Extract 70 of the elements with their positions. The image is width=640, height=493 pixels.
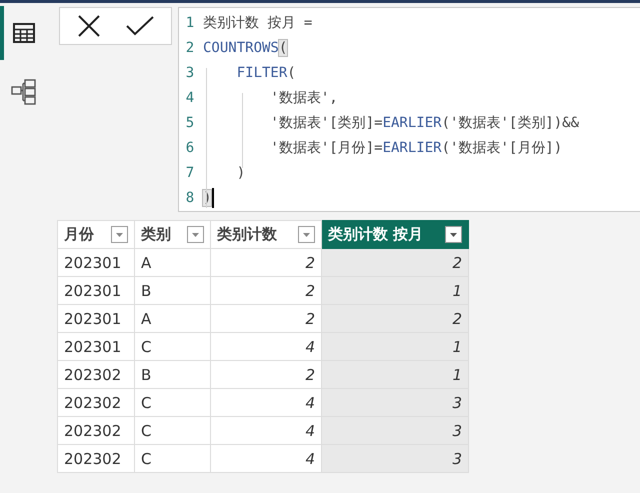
table-cell: 202301 [58,276,134,304]
function-name: EARLIER [382,114,442,130]
table-cell: 1 [322,276,468,304]
caret-icon [116,232,123,236]
column-header[interactable]: 类别 [134,220,210,248]
code-text: '数据表'[月份]= [269,138,383,156]
table-cell: C [134,416,210,444]
table-cell: 202302 [58,360,134,388]
line-number: 3 [184,64,196,80]
function-name: COUNTROWS [203,40,279,56]
table-cell: B [134,276,210,304]
line-number: 7 [184,164,196,180]
line-number: 8 [184,190,196,206]
line-number: 4 [184,90,196,106]
column-header[interactable]: 类别计数 [210,220,322,248]
table-cell: C [134,332,210,360]
close-icon [76,14,101,38]
table-cell: 202301 [58,332,134,360]
code-text: ( [287,64,296,80]
function-name: EARLIER [382,140,442,156]
table-cell: C [134,388,210,416]
table-cell: 4 [210,332,322,360]
table-cell: 4 [210,388,322,416]
table-cell: B [134,360,210,388]
dropdown-button[interactable] [111,226,128,243]
code-text: ('数据表'[月份]) [442,138,562,156]
line-number: 1 [184,14,196,30]
line-number: 6 [184,140,196,156]
table-cell: 4 [210,444,322,472]
table-cell: C [134,444,210,472]
code-text: 类别计数 按月 = [203,14,312,32]
table-cell: A [134,248,210,276]
line-number: 5 [184,114,196,130]
model-icon [11,79,37,105]
table-cell: 2 [322,248,468,276]
column-header[interactable]: 月份 [58,220,134,248]
table-cell: 3 [322,444,468,472]
table-cell: 1 [322,332,468,360]
table-cell: 2 [210,360,322,388]
table-cell: 3 [322,416,468,444]
dropdown-button[interactable] [445,226,462,243]
code-text: '数据表', [269,88,338,106]
function-name: FILTER [236,64,288,80]
text-cursor [212,188,214,208]
code-text: ) [236,164,246,180]
table-cell: 202302 [58,388,134,416]
dropdown-button[interactable] [298,226,315,243]
caret-icon [303,232,310,236]
table-cell: 2 [210,248,322,276]
code-text: '数据表'[类别]= [269,114,383,132]
dropdown-button[interactable] [187,226,204,243]
caret-icon [450,232,457,236]
code-text: ('数据表'[类别])&& [442,114,580,132]
grid-icon [13,23,35,43]
matched-bracket: ( [278,40,288,56]
table-cell: 1 [322,360,468,388]
table-cell: 202302 [58,416,134,444]
table-cell: 202302 [58,444,134,472]
table-cell: 202301 [58,304,134,332]
table-cell: 4 [210,416,322,444]
table-cell: 3 [322,388,468,416]
line-number: 2 [184,40,196,56]
table-cell: 202301 [58,248,134,276]
table-cell: 2 [210,276,322,304]
caret-icon [192,232,199,236]
table-cell: A [134,304,210,332]
column-header[interactable]: 类别计数 按月 [322,220,468,248]
table-cell: 2 [322,304,468,332]
table-cell: 2 [210,304,322,332]
check-icon [126,15,154,37]
